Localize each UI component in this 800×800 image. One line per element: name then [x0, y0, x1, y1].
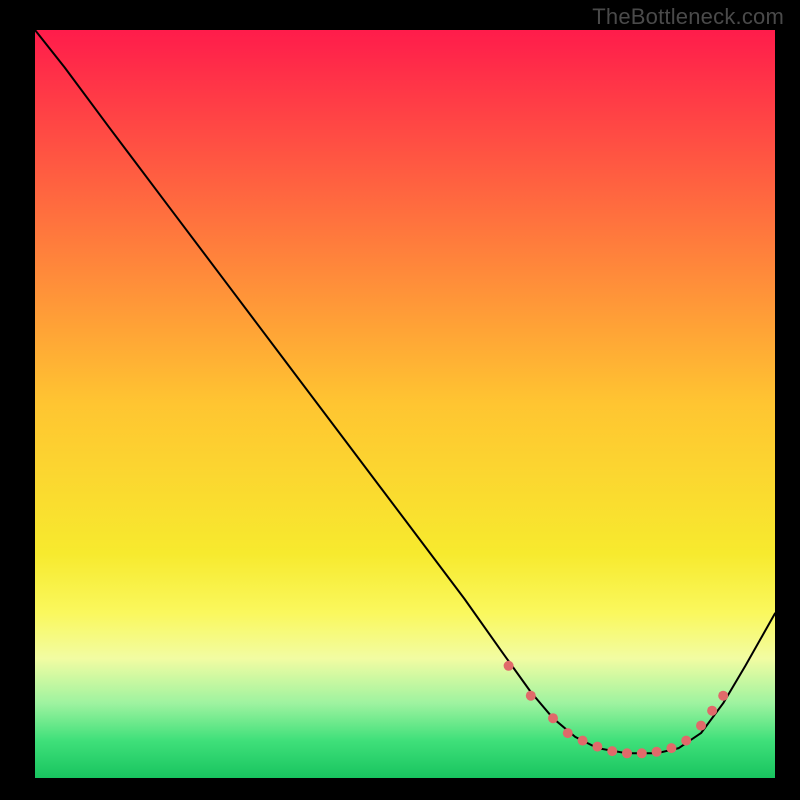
marker-dot — [526, 691, 536, 701]
marker-dot — [563, 728, 573, 738]
plot-background — [35, 30, 775, 778]
marker-dot — [707, 706, 717, 716]
marker-dot — [681, 736, 691, 746]
marker-dot — [652, 747, 662, 757]
marker-dot — [578, 736, 588, 746]
chart-frame: TheBottleneck.com — [0, 0, 800, 800]
marker-dot — [548, 713, 558, 723]
marker-dot — [504, 661, 514, 671]
marker-dot — [718, 691, 728, 701]
marker-dot — [666, 743, 676, 753]
watermark-text: TheBottleneck.com — [592, 4, 784, 30]
marker-dot — [637, 748, 647, 758]
marker-dot — [622, 748, 632, 758]
marker-dot — [696, 721, 706, 731]
marker-dot — [592, 742, 602, 752]
marker-dot — [607, 746, 617, 756]
chart-canvas — [0, 0, 800, 800]
